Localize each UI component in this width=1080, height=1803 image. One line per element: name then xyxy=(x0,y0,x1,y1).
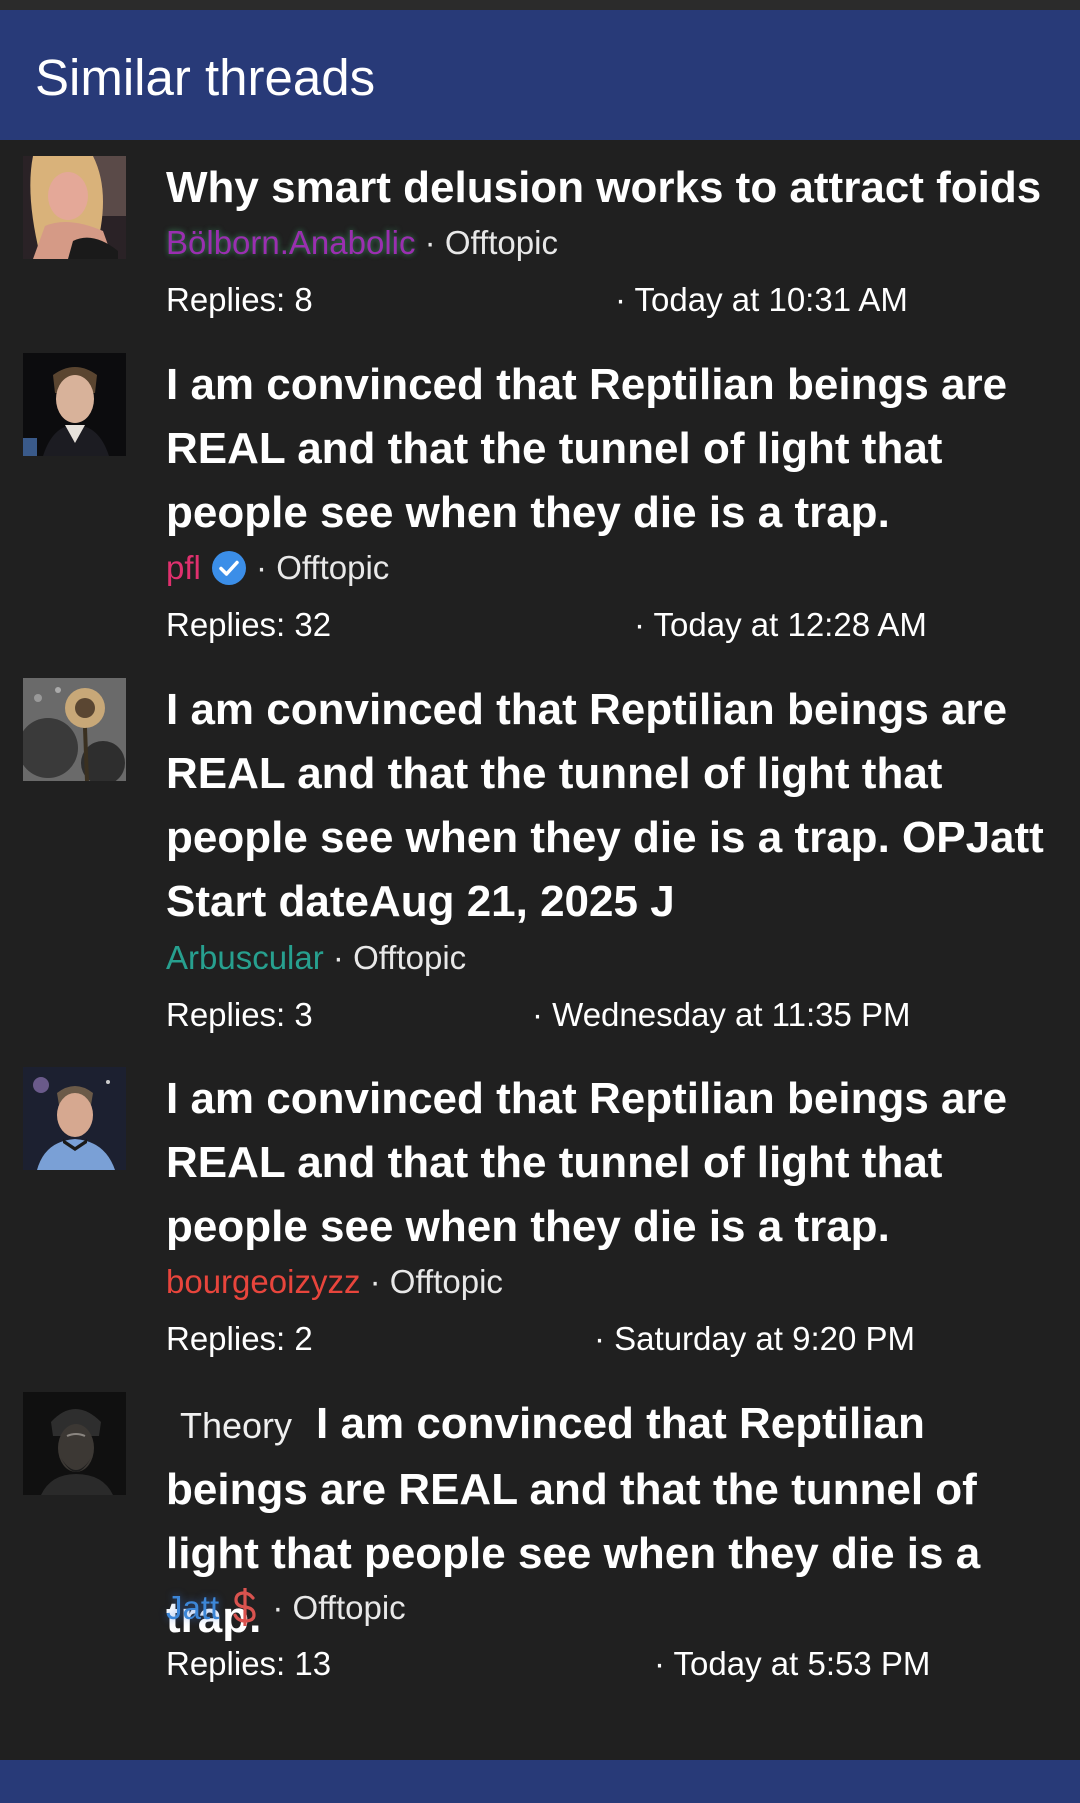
footer-bar xyxy=(0,1760,1080,1803)
thread-date: · Today at 10:31 AM xyxy=(615,281,908,318)
man-portrait-avatar[interactable] xyxy=(23,353,126,456)
thread-meta: Jatt · Offtopic xyxy=(166,1587,1066,1628)
thread-title[interactable]: Why smart delusion works to attract foid… xyxy=(166,156,1066,220)
thread-meta: bourgeoizyzz · Offtopic xyxy=(166,1262,1066,1302)
thread-title[interactable]: I am convinced that Reptilian beings are… xyxy=(166,1067,1066,1259)
dark-turban-figure-avatar[interactable] xyxy=(23,1392,126,1495)
thread-date: · Today at 12:28 AM xyxy=(634,606,927,643)
thread-title[interactable]: I am convinced that Reptilian beings are… xyxy=(166,353,1066,545)
thread-author[interactable]: Arbuscular xyxy=(166,939,324,976)
thread-item[interactable]: I am convinced that Reptilian beings are… xyxy=(0,337,1080,647)
thread-date: · Today at 5:53 PM xyxy=(654,1645,931,1682)
thread-forum[interactable]: · Offtopic xyxy=(370,1263,503,1300)
thread-item[interactable]: I am convinced that Reptilian beings are… xyxy=(0,1051,1080,1361)
blonde-woman-avatar[interactable] xyxy=(23,156,126,259)
thread-meta: pfl · Offtopic xyxy=(166,548,1066,588)
thread-forum[interactable]: · Offtopic xyxy=(272,1589,405,1626)
status-bar-strip xyxy=(0,0,1080,10)
sunflower-art-avatar[interactable] xyxy=(23,678,126,781)
section-header: Similar threads xyxy=(0,10,1080,140)
thread-item[interactable]: Why smart delusion works to attract foid… xyxy=(0,140,1080,325)
thread-replies: Replies: 2 xyxy=(166,1320,313,1357)
thread-author[interactable]: pfl xyxy=(166,549,201,586)
thread-meta: Arbuscular · Offtopic xyxy=(166,938,1066,978)
thread-author[interactable]: Jatt xyxy=(166,1589,219,1626)
thread-forum[interactable]: · Offtopic xyxy=(256,549,389,586)
thread-replies: Replies: 8 xyxy=(166,281,313,318)
thread-author[interactable]: Bölborn.Anabolic xyxy=(166,224,416,261)
thread-author[interactable]: bourgeoizyzz xyxy=(166,1263,360,1300)
thread-meta: Bölborn.Anabolic · Offtopic xyxy=(166,223,1066,263)
thread-item[interactable]: I am convinced that Reptilian beings are… xyxy=(0,662,1080,1037)
thread-date: · Wednesday at 11:35 PM xyxy=(532,996,911,1033)
verified-check-icon xyxy=(211,551,246,585)
thread-forum[interactable]: · Offtopic xyxy=(333,939,466,976)
section-title: Similar threads xyxy=(35,49,376,106)
thread-prefix-label[interactable]: Theory xyxy=(166,1405,304,1446)
thread-replies: Replies: 32 xyxy=(166,606,332,643)
space-officer-avatar[interactable] xyxy=(23,1067,126,1170)
thread-forum[interactable]: · Offtopic xyxy=(425,224,558,261)
thread-replies: Replies: 13 xyxy=(166,1645,332,1682)
thread-item[interactable]: Theory I am convinced that Reptilian bein… xyxy=(0,1376,1080,1696)
thread-title[interactable]: I am convinced that Reptilian beings are… xyxy=(166,678,1066,934)
thread-date: · Saturday at 9:20 PM xyxy=(594,1320,915,1357)
dollar-sign-icon xyxy=(233,1588,256,1626)
thread-replies: Replies: 3 xyxy=(166,996,313,1033)
